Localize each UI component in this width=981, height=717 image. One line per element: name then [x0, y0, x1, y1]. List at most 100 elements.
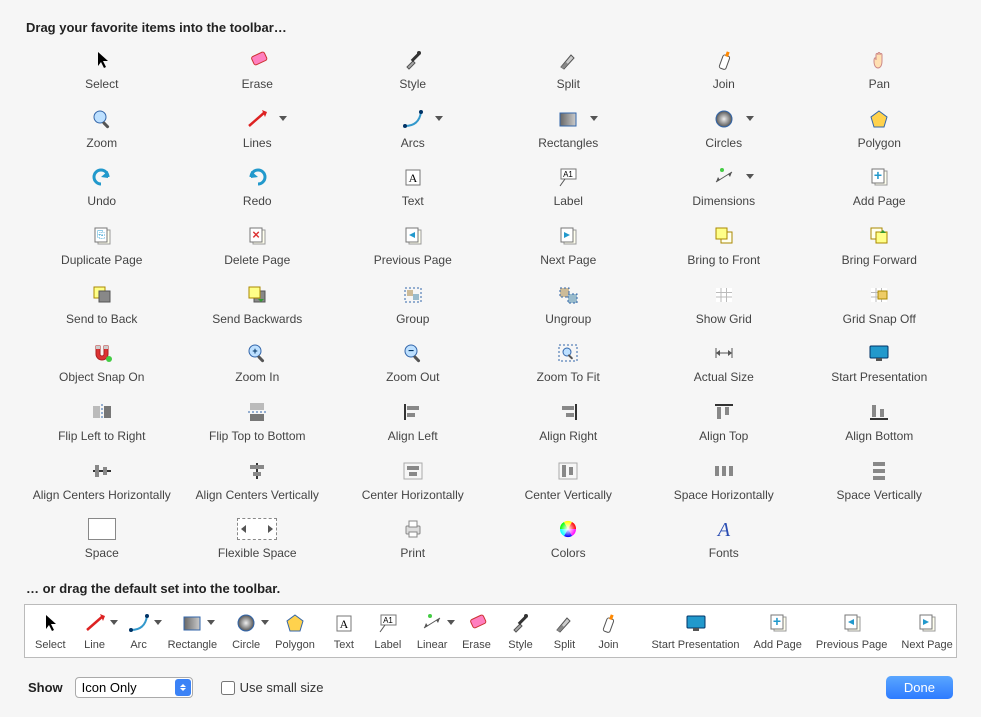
text-tool[interactable]: AText	[335, 162, 491, 215]
svg-text:+: +	[773, 613, 781, 629]
polygon-tool[interactable]: Polygon	[275, 611, 315, 653]
delete-page[interactable]: ×Delete Page	[180, 221, 336, 274]
item-label: Zoom	[86, 136, 117, 150]
zoom-to-fit[interactable]: Zoom To Fit	[491, 338, 647, 391]
space[interactable]: Space	[24, 514, 180, 567]
item-label: Select	[35, 639, 66, 651]
circles-tool[interactable]: Circles	[646, 104, 802, 157]
zoom-out-icon: −	[389, 340, 437, 366]
fonts[interactable]: AFonts	[646, 514, 802, 567]
done-button[interactable]: Done	[886, 676, 953, 699]
dropdown-arrow-icon	[110, 620, 118, 625]
bring-forward-icon	[855, 223, 903, 249]
arcs-tool[interactable]: Arcs	[335, 104, 491, 157]
fonts-a-icon: A	[700, 516, 748, 542]
split-tool[interactable]: Split	[491, 45, 647, 98]
previous-page[interactable]: Previous Page	[335, 221, 491, 274]
start-presentation[interactable]: Start Presentation	[802, 338, 958, 391]
group[interactable]: Group	[335, 280, 491, 333]
align-bottom[interactable]: Align Bottom	[802, 397, 958, 450]
align-top[interactable]: Align Top	[646, 397, 802, 450]
item-label: Style	[399, 77, 426, 91]
print[interactable]: Print	[335, 514, 491, 567]
next-page[interactable]: Next Page	[491, 221, 647, 274]
split-tool[interactable]: Split	[549, 611, 579, 653]
item-label: Flexible Space	[218, 546, 297, 560]
show-grid[interactable]: Show Grid	[646, 280, 802, 333]
erase-tool[interactable]: Erase	[180, 45, 336, 98]
flip-horizontal[interactable]: Flip Left to Right	[24, 397, 180, 450]
item-label: Align Left	[388, 429, 438, 443]
join-tool[interactable]: Join	[593, 611, 623, 653]
flexible-space[interactable]: Flexible Space	[180, 514, 336, 567]
magnifier-icon	[78, 106, 126, 132]
select-tool[interactable]: Select	[24, 45, 180, 98]
item-label: Polygon	[858, 136, 901, 150]
align-centers-horizontal[interactable]: Align Centers Horizontally	[24, 456, 180, 509]
zoom-out[interactable]: −Zoom Out	[335, 338, 491, 391]
lines-tool[interactable]: Lines	[180, 104, 336, 157]
send-backwards[interactable]: Send Backwards	[180, 280, 336, 333]
space-vertical[interactable]: Space Vertically	[802, 456, 958, 509]
undo[interactable]: Undo	[24, 162, 180, 215]
center-horizontal[interactable]: Center Horizontally	[335, 456, 491, 509]
use-small-size-checkbox[interactable]	[221, 681, 235, 695]
line-tool[interactable]: Line	[80, 611, 110, 653]
align-left[interactable]: Align Left	[335, 397, 491, 450]
grid-snap-off[interactable]: Grid Snap Off	[802, 280, 958, 333]
polygon-tool[interactable]: Polygon	[802, 104, 958, 157]
zoom-tool[interactable]: Zoom	[24, 104, 180, 157]
actual-size[interactable]: Actual Size	[646, 338, 802, 391]
align-centers-vertical[interactable]: Align Centers Vertically	[180, 456, 336, 509]
join-tool[interactable]: Join	[646, 45, 802, 98]
add-page[interactable]: +Add Page	[802, 162, 958, 215]
arc-tool[interactable]: Arc	[124, 611, 154, 653]
rect-gradient-icon	[177, 611, 207, 635]
default-toolbar-set[interactable]: Select Line Arc Rectangle Circle Polygon AText…	[24, 604, 957, 658]
text-tool[interactable]: AText	[329, 611, 359, 653]
bring-forward[interactable]: Bring Forward	[802, 221, 958, 274]
align-right[interactable]: Align Right	[491, 397, 647, 450]
add-page[interactable]: + Add Page	[754, 611, 802, 653]
style-tool[interactable]: Style	[335, 45, 491, 98]
dropdown-arrow-icon	[261, 620, 269, 625]
start-presentation[interactable]: Start Presentation	[651, 611, 739, 653]
redo[interactable]: Redo	[180, 162, 336, 215]
label-tool[interactable]: A1Label	[491, 162, 647, 215]
flip-vertical[interactable]: Flip Top to Bottom	[180, 397, 336, 450]
space-horizontal[interactable]: Space Horizontally	[646, 456, 802, 509]
item-label: Redo	[243, 194, 272, 208]
rectangle-tool[interactable]: Rectangle	[168, 611, 218, 653]
item-label: Rectangle	[168, 639, 218, 651]
svg-text:+: +	[253, 346, 258, 356]
center-vertical[interactable]: Center Vertically	[491, 456, 647, 509]
dropdown-arrow-icon	[279, 116, 287, 121]
bring-front-icon	[700, 223, 748, 249]
erase-tool[interactable]: Erase	[461, 611, 491, 653]
show-mode-select[interactable]: Icon Only	[75, 677, 193, 698]
next-page[interactable]: Next Page	[901, 611, 952, 653]
label-tool[interactable]: A1Label	[373, 611, 403, 653]
item-label: Start Presentation	[831, 370, 927, 384]
ungroup[interactable]: Ungroup	[491, 280, 647, 333]
bring-to-front[interactable]: Bring to Front	[646, 221, 802, 274]
align-bottom-icon	[855, 399, 903, 425]
circle-tool[interactable]: Circle	[231, 611, 261, 653]
duplicate-page[interactable]: ⎘Duplicate Page	[24, 221, 180, 274]
zoom-in[interactable]: +Zoom In	[180, 338, 336, 391]
scalpel-icon	[544, 47, 592, 73]
colors[interactable]: Colors	[491, 514, 647, 567]
previous-page[interactable]: Previous Page	[816, 611, 888, 653]
item-label: Line	[84, 639, 105, 651]
send-to-back[interactable]: Send to Back	[24, 280, 180, 333]
dimensions-tool[interactable]: Dimensions	[646, 162, 802, 215]
pan-tool[interactable]: Pan	[802, 45, 958, 98]
style-tool[interactable]: Style	[505, 611, 535, 653]
select-tool[interactable]: Select	[35, 611, 66, 653]
object-snap-on[interactable]: Object Snap On	[24, 338, 180, 391]
align-right-icon	[544, 399, 592, 425]
send-backwards-icon	[233, 282, 281, 308]
item-label: Add Page	[754, 639, 802, 651]
rectangles-tool[interactable]: Rectangles	[491, 104, 647, 157]
linear-tool[interactable]: Linear	[417, 611, 448, 653]
